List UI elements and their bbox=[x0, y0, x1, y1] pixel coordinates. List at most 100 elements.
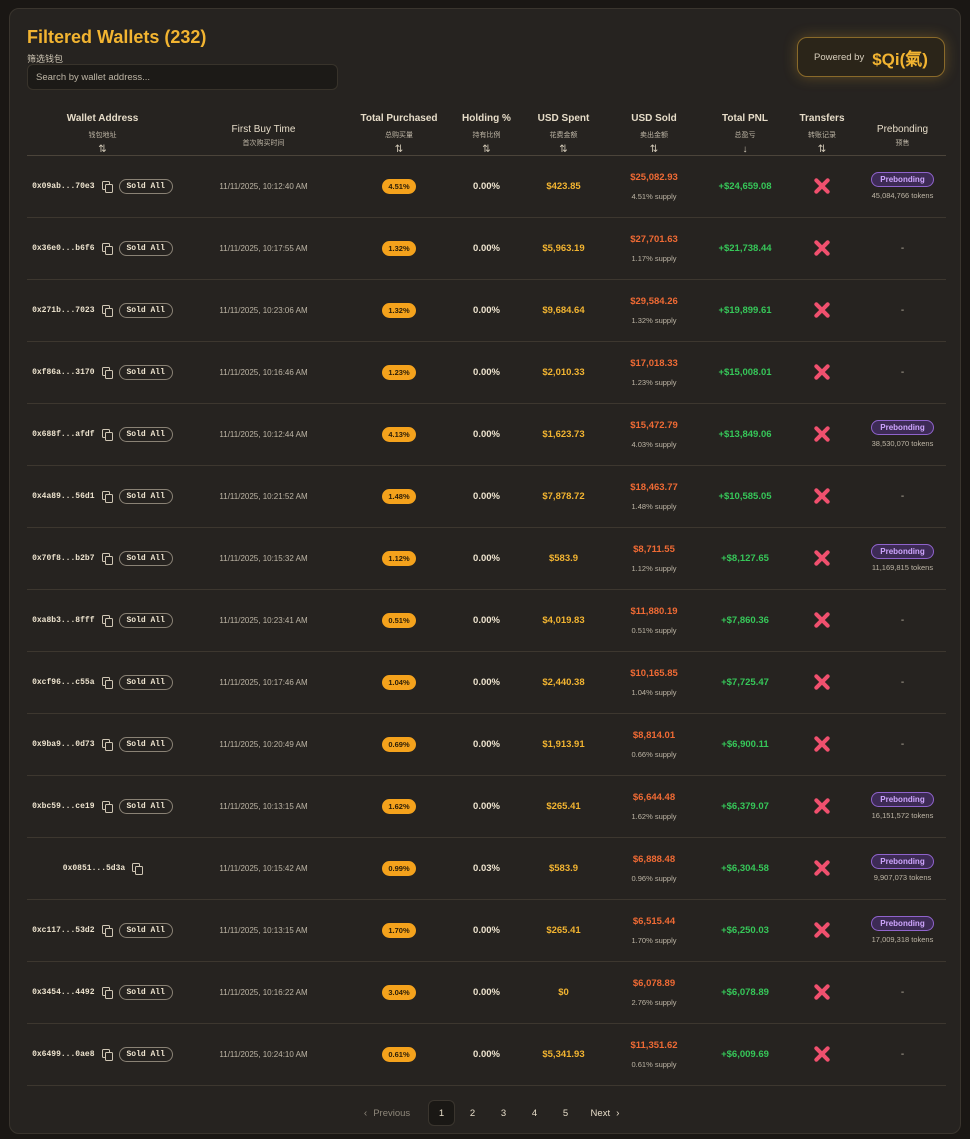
table-row[interactable]: 0xbc59...ce19 Sold All 11/11/2025, 10:13:1… bbox=[27, 776, 946, 838]
sort-desc-icon[interactable]: ↓ bbox=[705, 145, 785, 155]
previous-button[interactable]: ‹ Previous bbox=[357, 1100, 417, 1126]
wallets-table-body: 0x09ab...70e3 Sold All 11/11/2025, 10:12:4… bbox=[27, 156, 946, 1086]
wallet-address-link[interactable]: 0x688f...afdf bbox=[32, 430, 94, 439]
sort-icon[interactable]: ⇅ bbox=[27, 145, 178, 155]
powered-by-badge[interactable]: Powered by $Qi(氣) bbox=[797, 37, 945, 77]
x-icon[interactable] bbox=[813, 425, 831, 443]
column-header-usd-spent[interactable]: USD Spent 花费金额 ⇅ bbox=[524, 99, 603, 155]
cell-transfers bbox=[785, 156, 859, 216]
sort-icon[interactable]: ⇅ bbox=[603, 145, 705, 155]
x-icon[interactable] bbox=[813, 487, 831, 505]
page-number: 4 bbox=[531, 1107, 538, 1119]
table-row[interactable]: 0x70f8...b2b7 Sold All 11/11/2025, 10:15:3… bbox=[27, 528, 946, 590]
column-header-total-pnl[interactable]: Total PNL 总盈亏 ↓ bbox=[705, 99, 785, 155]
wallet-address-link[interactable]: 0x09ab...70e3 bbox=[32, 182, 94, 191]
table-row[interactable]: 0x4a89...56d1 Sold All 11/11/2025, 10:21:5… bbox=[27, 466, 946, 528]
wallet-address-link[interactable]: 0x6499...0ae8 bbox=[32, 1050, 94, 1059]
copy-icon[interactable] bbox=[101, 181, 113, 193]
copy-icon[interactable] bbox=[101, 553, 113, 565]
prebonding-badge[interactable]: Prebonding bbox=[871, 172, 934, 187]
x-icon[interactable] bbox=[813, 859, 831, 877]
usd-spent-value: $1,913.91 bbox=[542, 738, 585, 750]
sort-icon[interactable]: ⇅ bbox=[449, 145, 524, 155]
cell-total-purchased: 3.04% bbox=[349, 962, 449, 1022]
wallet-address-link[interactable]: 0x3454...4492 bbox=[32, 988, 94, 997]
cell-usd-spent: $2,010.33 bbox=[524, 342, 603, 402]
prebonding-badge[interactable]: Prebonding bbox=[871, 854, 934, 869]
wallet-address-link[interactable]: 0xc117...53d2 bbox=[32, 926, 94, 935]
wallet-address-link[interactable]: 0xa8b3...8fff bbox=[32, 616, 94, 625]
column-header-total-purchased[interactable]: Total Purchased 总购买量 ⇅ bbox=[349, 99, 449, 155]
x-icon[interactable] bbox=[813, 1045, 831, 1063]
column-header-transfers[interactable]: Transfers 转账记录 ⇅ bbox=[785, 99, 859, 155]
wallet-address-link[interactable]: 0x271b...7023 bbox=[32, 306, 94, 315]
x-icon[interactable] bbox=[813, 549, 831, 567]
x-icon[interactable] bbox=[813, 921, 831, 939]
wallet-address-link[interactable]: 0xbc59...ce19 bbox=[32, 802, 94, 811]
sort-icon[interactable]: ⇅ bbox=[524, 145, 603, 155]
cell-prebonding: - bbox=[859, 218, 946, 278]
wallet-address-link[interactable]: 0xcf96...c55a bbox=[32, 678, 94, 687]
x-icon[interactable] bbox=[813, 363, 831, 381]
copy-icon[interactable] bbox=[101, 801, 113, 813]
table-row[interactable]: 0x688f...afdf Sold All 11/11/2025, 10:12:4… bbox=[27, 404, 946, 466]
copy-icon[interactable] bbox=[101, 615, 113, 627]
wallet-address-link[interactable]: 0x0851...5d3a bbox=[63, 864, 125, 873]
table-row[interactable]: 0x271b...7023 Sold All 11/11/2025, 10:23:0… bbox=[27, 280, 946, 342]
prebonding-badge[interactable]: Prebonding bbox=[871, 420, 934, 435]
table-row[interactable]: 0xc117...53d2 Sold All 11/11/2025, 10:13:1… bbox=[27, 900, 946, 962]
x-icon[interactable] bbox=[813, 611, 831, 629]
copy-icon[interactable] bbox=[101, 1049, 113, 1061]
sort-icon[interactable]: ⇅ bbox=[785, 145, 859, 155]
page-button-4[interactable]: 4 bbox=[521, 1100, 548, 1126]
table-row[interactable]: 0xf86a...3170 Sold All 11/11/2025, 10:16:4… bbox=[27, 342, 946, 404]
copy-icon[interactable] bbox=[101, 243, 113, 255]
x-icon[interactable] bbox=[813, 177, 831, 195]
table-row[interactable]: 0xa8b3...8fff Sold All 11/11/2025, 10:23:4… bbox=[27, 590, 946, 652]
page-button-2[interactable]: 2 bbox=[459, 1100, 486, 1126]
copy-icon[interactable] bbox=[101, 739, 113, 751]
table-row[interactable]: 0x0851...5d3a 11/11/2025, 10:15:42 AM 0.99… bbox=[27, 838, 946, 900]
page-button-1[interactable]: 1 bbox=[428, 1100, 455, 1126]
column-header-usd-sold[interactable]: USD Sold 卖出金额 ⇅ bbox=[603, 99, 705, 155]
table-row[interactable]: 0x6499...0ae8 Sold All 11/11/2025, 10:24:1… bbox=[27, 1024, 946, 1086]
x-icon[interactable] bbox=[813, 673, 831, 691]
x-icon[interactable] bbox=[813, 797, 831, 815]
table-row[interactable]: 0x9ba9...0d73 Sold All 11/11/2025, 10:20:4… bbox=[27, 714, 946, 776]
table-row[interactable]: 0x3454...4492 Sold All 11/11/2025, 10:16:2… bbox=[27, 962, 946, 1024]
cell-usd-sold: $6,888.48 0.96% supply bbox=[603, 838, 705, 898]
table-row[interactable]: 0x09ab...70e3 Sold All 11/11/2025, 10:12:4… bbox=[27, 156, 946, 218]
wallet-address-link[interactable]: 0x9ba9...0d73 bbox=[32, 740, 94, 749]
table-row[interactable]: 0xcf96...c55a Sold All 11/11/2025, 10:17:4… bbox=[27, 652, 946, 714]
prebonding-badge[interactable]: Prebonding bbox=[871, 544, 934, 559]
page-button-3[interactable]: 3 bbox=[490, 1100, 517, 1126]
cell-wallet-address: 0x09ab...70e3 Sold All bbox=[27, 156, 178, 216]
page-button-5[interactable]: 5 bbox=[552, 1100, 579, 1126]
x-icon[interactable] bbox=[813, 239, 831, 257]
prebonding-badge[interactable]: Prebonding bbox=[871, 792, 934, 807]
copy-icon[interactable] bbox=[101, 677, 113, 689]
copy-icon[interactable] bbox=[132, 863, 144, 875]
wallet-address-link[interactable]: 0x4a89...56d1 bbox=[32, 492, 94, 501]
x-icon[interactable] bbox=[813, 735, 831, 753]
wallet-address-link[interactable]: 0xf86a...3170 bbox=[32, 368, 94, 377]
copy-icon[interactable] bbox=[101, 491, 113, 503]
copy-icon[interactable] bbox=[101, 429, 113, 441]
copy-icon[interactable] bbox=[101, 987, 113, 999]
table-row[interactable]: 0x36e0...b6f6 Sold All 11/11/2025, 10:17:5… bbox=[27, 218, 946, 280]
cell-usd-spent: $4,019.83 bbox=[524, 590, 603, 650]
column-header-holding[interactable]: Holding % 持有比例 ⇅ bbox=[449, 99, 524, 155]
copy-icon[interactable] bbox=[101, 305, 113, 317]
x-icon[interactable] bbox=[813, 983, 831, 1001]
wallet-address-link[interactable]: 0x36e0...b6f6 bbox=[32, 244, 94, 253]
copy-icon[interactable] bbox=[101, 925, 113, 937]
cell-prebonding: - bbox=[859, 342, 946, 402]
sort-icon[interactable]: ⇅ bbox=[349, 145, 449, 155]
prebonding-badge[interactable]: Prebonding bbox=[871, 916, 934, 931]
search-input[interactable] bbox=[27, 64, 338, 90]
x-icon[interactable] bbox=[813, 301, 831, 319]
column-header-wallet-address[interactable]: Wallet Address 钱包地址 ⇅ bbox=[27, 99, 178, 155]
copy-icon[interactable] bbox=[101, 367, 113, 379]
next-button[interactable]: Next › bbox=[585, 1100, 625, 1126]
wallet-address-link[interactable]: 0x70f8...b2b7 bbox=[32, 554, 94, 563]
